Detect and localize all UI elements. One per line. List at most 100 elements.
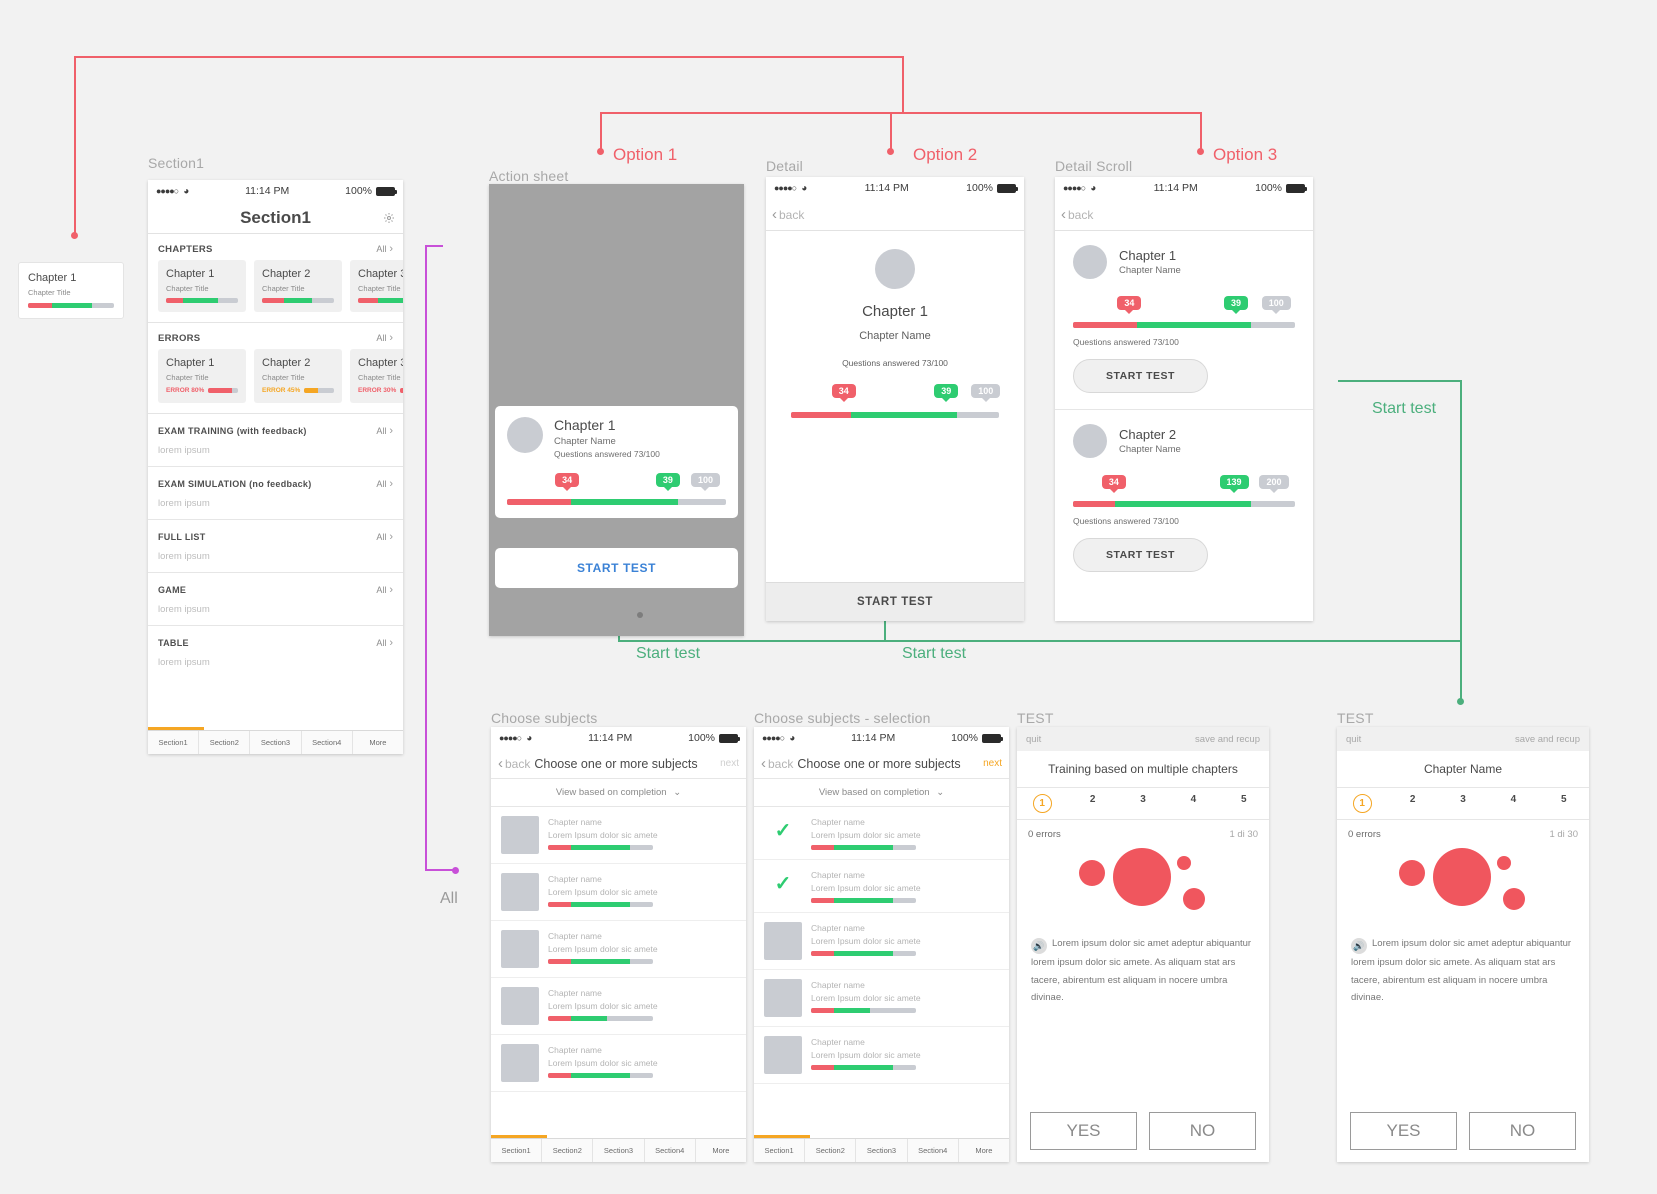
back-button[interactable]: ‹ back	[498, 755, 530, 772]
list-item[interactable]: EXAM TRAINING (with feedback) All › lorem…	[148, 414, 403, 467]
list-item[interactable]: Chapter name Lorem Ipsum dolor sic amete	[754, 1027, 1009, 1084]
tab-section2[interactable]: Section2	[805, 1139, 857, 1162]
screen-test-single[interactable]: quit save and recup Chapter Name 1 2 3 4…	[1337, 727, 1589, 1162]
list-item[interactable]: ✓ Chapter name Lorem Ipsum dolor sic ame…	[754, 860, 1009, 913]
back-button[interactable]: ‹ back	[1055, 206, 1093, 223]
screen-action-sheet[interactable]: Chapter 1 Chapter Name Questions answere…	[489, 184, 744, 636]
step-2[interactable]: 2	[1067, 794, 1117, 813]
no-button[interactable]: NO	[1149, 1112, 1256, 1150]
step-indicator[interactable]: 1 2 3 4 5	[1337, 788, 1589, 820]
chapter-card[interactable]: Chapter 3 Chapter Title	[350, 260, 403, 312]
start-test-button[interactable]: START TEST	[1073, 538, 1208, 572]
filter-dropdown[interactable]: View based on completion ⌄	[491, 779, 746, 807]
quit-button[interactable]: quit	[1026, 734, 1041, 745]
tab-section2[interactable]: Section2	[542, 1139, 594, 1162]
all-link-errors[interactable]: All ›	[376, 332, 393, 344]
screen-choose-subjects[interactable]: ●●●●○ ◕ 11:14 PM 100% ‹ back Choose one o…	[491, 727, 746, 1162]
next-button[interactable]: next	[983, 758, 1002, 769]
all-link[interactable]: All ›	[376, 531, 393, 543]
tab-more[interactable]: More	[353, 731, 403, 754]
step-4[interactable]: 4	[1488, 794, 1538, 813]
yes-button[interactable]: YES	[1350, 1112, 1457, 1150]
answer-buttons[interactable]: YES NO	[1350, 1112, 1576, 1150]
detail-scroll-item[interactable]: Chapter 2 Chapter Name 34 139 200 Questi…	[1055, 410, 1313, 588]
detail-scroll-item[interactable]: Chapter 1 Chapter Name 34 39 100 Questio…	[1055, 231, 1313, 410]
all-link[interactable]: All ›	[376, 584, 393, 596]
tab-section4[interactable]: Section4	[908, 1139, 959, 1162]
item-progress	[1073, 501, 1295, 507]
speaker-icon[interactable]: 🔊	[1031, 938, 1047, 955]
list-item[interactable]: TABLE All › lorem ipsum	[148, 626, 403, 678]
answer-buttons[interactable]: YES NO	[1030, 1112, 1256, 1150]
tab-section1[interactable]: Section1	[754, 1139, 806, 1162]
screen-test-multiple[interactable]: quit save and recup Training based on mu…	[1017, 727, 1269, 1162]
step-5[interactable]: 5	[1219, 794, 1269, 813]
list-item[interactable]: Chapter name Lorem Ipsum dolor sic amete	[754, 913, 1009, 970]
error-card[interactable]: Chapter 2 Chapter Title ERROR 45%	[254, 349, 342, 403]
tab-bar[interactable]: Section1 Section2 Section3 Section4 More	[148, 730, 403, 754]
chapter-cards-chapters[interactable]: Chapter 1 Chapter Title Chapter 2 Chapte…	[148, 260, 403, 322]
step-2[interactable]: 2	[1387, 794, 1437, 813]
start-test-button[interactable]: START TEST	[495, 548, 738, 588]
tab-section3[interactable]: Section3	[250, 731, 302, 754]
yes-button[interactable]: YES	[1030, 1112, 1137, 1150]
speaker-icon[interactable]: 🔊	[1351, 938, 1367, 955]
list-item[interactable]: EXAM SIMULATION (no feedback) All › lorem…	[148, 467, 403, 520]
save-recup-button[interactable]: save and recup	[1195, 734, 1260, 745]
floating-chapter-card[interactable]: Chapter 1 Chapter Title	[18, 262, 124, 319]
error-card[interactable]: Chapter 1 Chapter Title ERROR 80%	[158, 349, 246, 403]
list-item[interactable]: Chapter name Lorem Ipsum dolor sic amete	[491, 1035, 746, 1092]
list-item[interactable]: Chapter name Lorem Ipsum dolor sic amete	[491, 864, 746, 921]
step-1[interactable]: 1	[1337, 794, 1387, 813]
tab-section1[interactable]: Section1	[148, 731, 200, 754]
all-link[interactable]: All ›	[376, 425, 393, 437]
list-item[interactable]: Chapter name Lorem Ipsum dolor sic amete	[491, 921, 746, 978]
tab-section1[interactable]: Section1	[491, 1139, 543, 1162]
chapter-card[interactable]: Chapter 1 Chapter Title	[158, 260, 246, 312]
list-item[interactable]: FULL LIST All › lorem ipsum	[148, 520, 403, 573]
save-recup-button[interactable]: save and recup	[1515, 734, 1580, 745]
gear-icon[interactable]	[383, 212, 395, 224]
row-progress	[811, 1065, 916, 1070]
screen-section1[interactable]: ●●●●○ ◕ 11:14 PM 100% Section1 CHAPTERS …	[148, 180, 403, 754]
chapter-card[interactable]: Chapter 2 Chapter Title	[254, 260, 342, 312]
all-link[interactable]: All ›	[376, 637, 393, 649]
tab-section4[interactable]: Section4	[645, 1139, 696, 1162]
tab-bar[interactable]: Section1 Section2 Section3 Section4 More	[491, 1138, 746, 1162]
next-button[interactable]: next	[720, 758, 739, 769]
quit-button[interactable]: quit	[1346, 734, 1361, 745]
back-button[interactable]: ‹ back	[766, 206, 804, 223]
list-item[interactable]: ✓ Chapter name Lorem Ipsum dolor sic ame…	[754, 807, 1009, 860]
step-3[interactable]: 3	[1438, 794, 1488, 813]
start-test-button[interactable]: START TEST	[1073, 359, 1208, 393]
list-item[interactable]: Chapter name Lorem Ipsum dolor sic amete	[754, 970, 1009, 1027]
tab-section2[interactable]: Section2	[199, 731, 251, 754]
list-item[interactable]: GAME All › lorem ipsum	[148, 573, 403, 626]
chapter-cards-errors[interactable]: Chapter 1 Chapter Title ERROR 80% Chapte…	[148, 349, 403, 413]
error-card[interactable]: Chapter 3 Chapter Title ERROR 30%	[350, 349, 403, 403]
screen-detail-scroll[interactable]: ●●●●○ ◕ 11:14 PM 100% ‹ back Chapter 1 Ch…	[1055, 177, 1313, 621]
tab-section3[interactable]: Section3	[856, 1139, 908, 1162]
tab-section3[interactable]: Section3	[593, 1139, 645, 1162]
no-button[interactable]: NO	[1469, 1112, 1576, 1150]
tab-more[interactable]: More	[959, 1139, 1009, 1162]
list-item[interactable]: Chapter name Lorem Ipsum dolor sic amete	[491, 978, 746, 1035]
back-button[interactable]: ‹ back	[761, 755, 793, 772]
tab-section4[interactable]: Section4	[302, 731, 353, 754]
all-link[interactable]: All ›	[376, 478, 393, 490]
screen-detail[interactable]: ●●●●○ ◕ 11:14 PM 100% ‹ back Chapter 1 Ch…	[766, 177, 1024, 621]
filter-dropdown[interactable]: View based on completion ⌄	[754, 779, 1009, 807]
step-5[interactable]: 5	[1539, 794, 1589, 813]
screen-choose-subjects-selection[interactable]: ●●●●○ ◕ 11:14 PM 100% ‹ back Choose one o…	[754, 727, 1009, 1162]
start-test-button[interactable]: START TEST	[766, 582, 1024, 621]
step-1[interactable]: 1	[1017, 794, 1067, 813]
step-indicator[interactable]: 1 2 3 4 5	[1017, 788, 1269, 820]
action-sheet-card[interactable]: Chapter 1 Chapter Name Questions answere…	[495, 406, 738, 518]
list-item[interactable]: Chapter name Lorem Ipsum dolor sic amete	[491, 807, 746, 864]
tab-bar[interactable]: Section1 Section2 Section3 Section4 More	[754, 1138, 1009, 1162]
step-3[interactable]: 3	[1118, 794, 1168, 813]
tab-more[interactable]: More	[696, 1139, 746, 1162]
all-link-chapters[interactable]: All ›	[376, 243, 393, 255]
dim-overlay[interactable]: Chapter 1 Chapter Name Questions answere…	[489, 184, 744, 636]
step-4[interactable]: 4	[1168, 794, 1218, 813]
